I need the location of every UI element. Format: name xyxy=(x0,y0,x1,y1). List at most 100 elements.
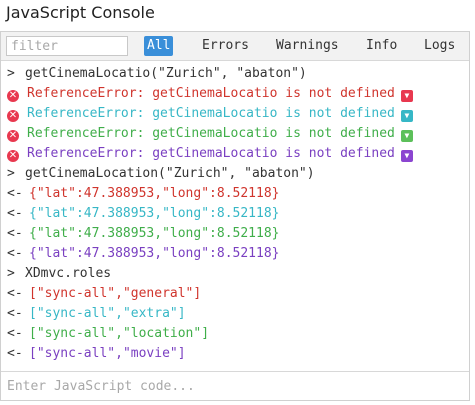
brace: { xyxy=(29,206,37,221)
comma: , xyxy=(115,286,123,301)
console-command-line: > getCinemaLocation("Zurich", "abaton") xyxy=(1,164,469,184)
command-text: getCinemaLocatio("Zurich", "abaton") xyxy=(25,66,307,81)
input-prompt: > xyxy=(7,66,15,81)
comma: , xyxy=(154,226,163,241)
input-prompt: > xyxy=(7,266,15,281)
output-prompt: <- xyxy=(7,186,23,201)
error-line-red: ✕ ReferenceError: getCinemaLocatio is not… xyxy=(1,84,469,104)
javascript-input[interactable] xyxy=(1,372,469,400)
output-prompt: <- xyxy=(7,246,23,261)
output-prompt: <- xyxy=(7,206,23,221)
array-item: "sync-all" xyxy=(36,306,116,321)
error-message: ReferenceError: getCinemaLocatio is not … xyxy=(27,146,395,161)
result-value: 8.52118 xyxy=(216,186,272,201)
result-key: "lat" xyxy=(36,206,76,221)
comma: , xyxy=(115,346,123,361)
error-icon: ✕ xyxy=(7,90,19,102)
command-text: getCinemaLocation("Zurich", "abaton") xyxy=(25,166,315,181)
result-value: 47.388953 xyxy=(83,246,155,261)
console-command-line: > XDmvc.roles xyxy=(1,264,469,284)
colon: : xyxy=(75,226,84,241)
comma: , xyxy=(154,186,163,201)
result-value: 47.388953 xyxy=(83,186,155,201)
bracket: [ xyxy=(29,306,37,321)
filter-input[interactable] xyxy=(6,36,128,56)
array-item: "movie" xyxy=(122,346,178,361)
result-line-purple: <- ["sync-all","movie"] xyxy=(1,344,469,364)
output-prompt: <- xyxy=(7,326,23,341)
comma: , xyxy=(154,206,163,221)
result-key: "long" xyxy=(162,186,210,201)
tab-all[interactable]: All xyxy=(144,36,174,56)
error-icon: ✕ xyxy=(7,130,19,142)
expand-chevron-icon[interactable]: ▼ xyxy=(400,150,413,162)
bracket: [ xyxy=(29,346,37,361)
result-value: 8.52118 xyxy=(216,246,272,261)
bracket: ] xyxy=(193,286,202,301)
error-icon: ✕ xyxy=(7,150,19,162)
brace: } xyxy=(271,206,280,221)
colon: : xyxy=(75,246,84,261)
array-item: "sync-all" xyxy=(36,326,116,341)
colon: : xyxy=(209,206,217,221)
result-line-teal: <- {"lat":47.388953,"long":8.52118} xyxy=(1,204,469,224)
window-title: JavaScript Console xyxy=(0,0,475,30)
error-line-green: ✕ ReferenceError: getCinemaLocatio is not… xyxy=(1,124,469,144)
result-line-teal: <- ["sync-all","extra"] xyxy=(1,304,469,324)
bracket: ] xyxy=(177,346,186,361)
colon: : xyxy=(209,246,217,261)
tab-errors[interactable]: Errors xyxy=(199,36,252,56)
brace: { xyxy=(29,246,37,261)
page: JavaScript Console All Errors Warnings I… xyxy=(0,0,475,405)
comma: , xyxy=(115,326,123,341)
result-key: "long" xyxy=(162,226,210,241)
console-command-line: > getCinemaLocatio("Zurich", "abaton") xyxy=(1,64,469,84)
colon: : xyxy=(209,186,217,201)
result-value: 47.388953 xyxy=(83,206,155,221)
expand-chevron-icon[interactable]: ▼ xyxy=(400,110,413,122)
tab-warnings[interactable]: Warnings xyxy=(273,36,342,56)
console-panel: All Errors Warnings Info Logs > getCinema… xyxy=(0,31,470,401)
comma: , xyxy=(154,246,163,261)
output-prompt: <- xyxy=(7,226,23,241)
array-item: "location" xyxy=(122,326,202,341)
brace: { xyxy=(29,226,37,241)
result-line-green: <- ["sync-all","location"] xyxy=(1,324,469,344)
bracket: ] xyxy=(177,306,186,321)
brace: } xyxy=(271,186,280,201)
command-text: XDmvc.roles xyxy=(25,266,112,281)
error-icon: ✕ xyxy=(7,110,19,122)
error-message: ReferenceError: getCinemaLocatio is not … xyxy=(27,86,395,101)
array-item: "sync-all" xyxy=(36,346,116,361)
comma: , xyxy=(115,306,123,321)
bracket: [ xyxy=(29,286,37,301)
error-line-purple: ✕ ReferenceError: getCinemaLocatio is not… xyxy=(1,144,469,164)
colon: : xyxy=(75,206,84,221)
console-toolbar: All Errors Warnings Info Logs xyxy=(1,32,469,61)
output-prompt: <- xyxy=(7,346,23,361)
result-key: "long" xyxy=(162,246,210,261)
result-key: "lat" xyxy=(36,186,76,201)
expand-chevron-icon[interactable]: ▼ xyxy=(400,90,413,102)
brace: { xyxy=(29,186,37,201)
console-input-bar xyxy=(1,371,469,400)
colon: : xyxy=(209,226,217,241)
output-prompt: <- xyxy=(7,286,23,301)
tab-info[interactable]: Info xyxy=(363,36,400,56)
bracket: [ xyxy=(29,326,37,341)
error-message: ReferenceError: getCinemaLocatio is not … xyxy=(27,106,395,121)
array-item: "sync-all" xyxy=(36,286,116,301)
result-value: 47.388953 xyxy=(83,226,155,241)
result-key: "long" xyxy=(162,206,210,221)
result-line-red: <- {"lat":47.388953,"long":8.52118} xyxy=(1,184,469,204)
tab-logs[interactable]: Logs xyxy=(421,36,458,56)
array-item: "extra" xyxy=(122,306,178,321)
result-value: 8.52118 xyxy=(216,206,272,221)
array-item: "general" xyxy=(122,286,194,301)
error-line-teal: ✕ ReferenceError: getCinemaLocatio is not… xyxy=(1,104,469,124)
expand-chevron-icon[interactable]: ▼ xyxy=(400,130,413,142)
result-key: "lat" xyxy=(36,246,76,261)
result-line-green: <- {"lat":47.388953,"long":8.52118} xyxy=(1,224,469,244)
bracket: ] xyxy=(201,326,210,341)
brace: } xyxy=(271,246,280,261)
